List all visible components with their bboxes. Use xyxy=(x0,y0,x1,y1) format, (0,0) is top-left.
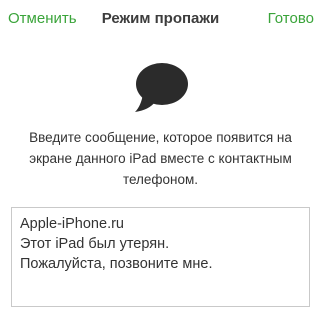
speech-bubble-icon xyxy=(135,63,188,112)
done-button[interactable]: Готово xyxy=(268,10,314,27)
message-line: Этот iPad был утерян. xyxy=(20,236,170,252)
message-line: Apple-iPhone.ru xyxy=(20,216,124,232)
lost-mode-screen: Отменить Режим пропажи Готово Введите со… xyxy=(0,0,321,331)
instruction-text: Введите сообщение, которое появится на э… xyxy=(29,130,292,187)
navigation-bar: Отменить Режим пропажи Готово xyxy=(0,0,321,40)
message-textarea[interactable]: Apple-iPhone.ru Этот iPad был утерян. По… xyxy=(11,207,310,307)
message-line: Пожалуйста, позвоните мне. xyxy=(20,256,213,272)
